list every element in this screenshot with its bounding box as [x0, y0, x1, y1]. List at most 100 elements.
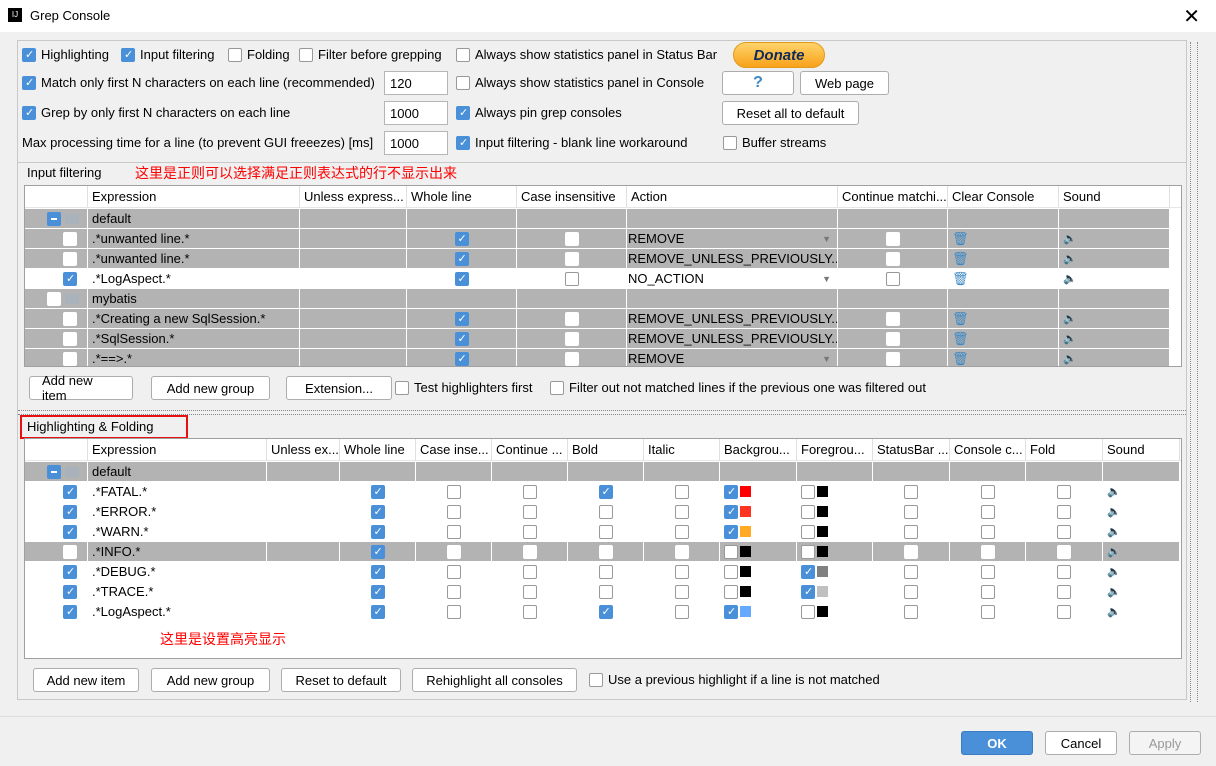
background-color-swatch[interactable]	[740, 586, 751, 597]
enabled-checkbox[interactable]	[63, 544, 77, 559]
continue-matching-checkbox[interactable]	[885, 251, 900, 266]
speaker-icon[interactable]: 🔈	[1107, 505, 1121, 518]
pin-consoles-option[interactable]: Always pin grep consoles	[456, 105, 622, 120]
apply-button[interactable]: Apply	[1129, 731, 1201, 755]
table-row[interactable]: .*Creating a new SqlSession.* REMOVE_UNLE…	[25, 309, 1170, 329]
case-insensitive-checkbox[interactable]	[446, 564, 461, 579]
foreground-color-swatch[interactable]	[817, 546, 828, 557]
splitter-handle[interactable]	[18, 410, 1186, 415]
italic-checkbox[interactable]	[674, 604, 689, 619]
enabled-checkbox[interactable]	[63, 231, 77, 246]
speaker-icon[interactable]: 🔈	[1107, 585, 1121, 598]
italic-checkbox[interactable]	[674, 564, 689, 579]
background-color-swatch[interactable]	[740, 566, 751, 577]
fold-checkbox[interactable]	[1057, 524, 1071, 539]
folding-checkbox[interactable]	[228, 47, 242, 62]
background-color-swatch[interactable]	[740, 486, 751, 497]
statusbar-checkbox[interactable]	[904, 524, 918, 539]
continue-matching-checkbox[interactable]	[885, 311, 900, 326]
ok-button[interactable]: OK	[961, 731, 1033, 755]
help-button[interactable]: ?	[722, 71, 794, 95]
speaker-icon[interactable]: 🔈	[1063, 312, 1077, 325]
whole-line-checkbox[interactable]	[370, 564, 385, 579]
enabled-checkbox[interactable]	[63, 331, 77, 346]
statusbar-checkbox[interactable]	[904, 544, 918, 559]
fold-checkbox[interactable]	[1057, 544, 1071, 559]
enabled-checkbox[interactable]	[63, 524, 77, 539]
background-color-swatch[interactable]	[740, 546, 751, 557]
speaker-icon[interactable]: 🔈	[1063, 232, 1077, 245]
italic-checkbox[interactable]	[674, 504, 689, 519]
continue-checkbox[interactable]	[522, 524, 537, 539]
column-header[interactable]: StatusBar ...	[873, 439, 950, 460]
filter-before-checkbox[interactable]	[299, 47, 313, 62]
chevron-down-icon[interactable]: ▼	[822, 274, 831, 284]
chevron-down-icon[interactable]: ▼	[822, 234, 831, 244]
foreground-checkbox[interactable]	[801, 564, 815, 579]
whole-line-checkbox[interactable]	[454, 271, 469, 286]
expression-text[interactable]: default	[92, 464, 131, 479]
filter-before-option[interactable]: Filter before grepping	[299, 47, 442, 62]
continue-checkbox[interactable]	[522, 564, 537, 579]
statusbar-checkbox[interactable]	[904, 484, 918, 499]
whole-line-checkbox[interactable]	[454, 311, 469, 326]
background-checkbox[interactable]	[724, 524, 738, 539]
speaker-icon[interactable]: 🔈	[1063, 272, 1077, 285]
continue-checkbox[interactable]	[522, 504, 537, 519]
table-row[interactable]: .*unwanted line.* REMOVE_UNLESS_PREVIOUSL…	[25, 249, 1170, 269]
continue-matching-checkbox[interactable]	[885, 231, 900, 246]
speaker-icon[interactable]: 🔈	[1107, 565, 1121, 578]
console-count-checkbox[interactable]	[980, 584, 995, 599]
enabled-checkbox[interactable]	[47, 464, 61, 479]
case-insensitive-checkbox[interactable]	[446, 484, 461, 499]
input-filtering-checkbox[interactable]	[121, 47, 135, 62]
foreground-color-swatch[interactable]	[817, 526, 828, 537]
add-new-group-button[interactable]: Add new group	[151, 668, 270, 692]
foreground-checkbox[interactable]	[801, 504, 815, 519]
whole-line-checkbox[interactable]	[454, 251, 469, 266]
foreground-checkbox[interactable]	[801, 584, 815, 599]
enabled-checkbox[interactable]	[63, 564, 77, 579]
console-count-checkbox[interactable]	[980, 604, 995, 619]
group-row[interactable]: mybatis	[25, 289, 1170, 309]
enabled-checkbox[interactable]	[63, 251, 77, 266]
column-header[interactable]: Fold	[1026, 439, 1103, 460]
speaker-icon[interactable]: 🔈	[1107, 485, 1121, 498]
highlighting-checkbox[interactable]	[22, 47, 36, 62]
table-row[interactable]: .*WARN.* 🔈	[25, 522, 1180, 542]
foreground-checkbox[interactable]	[801, 524, 815, 539]
folding-option[interactable]: Folding	[228, 47, 290, 62]
table-row[interactable]: .*ERROR.* 🔈	[25, 502, 1180, 522]
column-header[interactable]: Action	[627, 186, 838, 207]
expression-text[interactable]: mybatis	[92, 291, 137, 306]
whole-line-checkbox[interactable]	[370, 584, 385, 599]
continue-checkbox[interactable]	[522, 544, 537, 559]
foreground-color-swatch[interactable]	[817, 606, 828, 617]
enabled-checkbox[interactable]	[63, 584, 77, 599]
whole-line-checkbox[interactable]	[454, 331, 469, 346]
statusbar-checkbox[interactable]	[904, 604, 918, 619]
enabled-checkbox[interactable]	[63, 604, 77, 619]
stats-console-checkbox[interactable]	[456, 75, 470, 90]
enabled-checkbox[interactable]	[47, 291, 61, 306]
statusbar-checkbox[interactable]	[904, 504, 918, 519]
column-header[interactable]: Sound	[1059, 186, 1170, 207]
expression-text[interactable]: .*==>.*	[92, 351, 132, 366]
expression-text[interactable]: .*DEBUG.*	[92, 564, 156, 579]
foreground-color-swatch[interactable]	[817, 506, 828, 517]
fold-checkbox[interactable]	[1057, 504, 1071, 519]
reset-to-default-button[interactable]: Reset to default	[281, 668, 401, 692]
whole-line-checkbox[interactable]	[370, 484, 385, 499]
add-new-item-button[interactable]: Add new item	[29, 373, 133, 403]
column-header[interactable]: Whole line	[340, 439, 416, 460]
filter-out-option[interactable]: Filter out not matched lines if the prev…	[550, 380, 926, 395]
group-row[interactable]: default	[25, 462, 1180, 482]
statusbar-checkbox[interactable]	[904, 564, 918, 579]
trash-icon[interactable]: 🗑	[952, 251, 969, 267]
vertical-splitter[interactable]	[1190, 42, 1198, 702]
enabled-checkbox[interactable]	[63, 484, 77, 499]
column-header[interactable]: Case insensitive	[517, 186, 627, 207]
enabled-checkbox[interactable]	[63, 311, 77, 326]
speaker-icon[interactable]: 🔈	[1063, 332, 1077, 345]
cancel-button[interactable]: Cancel	[1045, 731, 1117, 755]
